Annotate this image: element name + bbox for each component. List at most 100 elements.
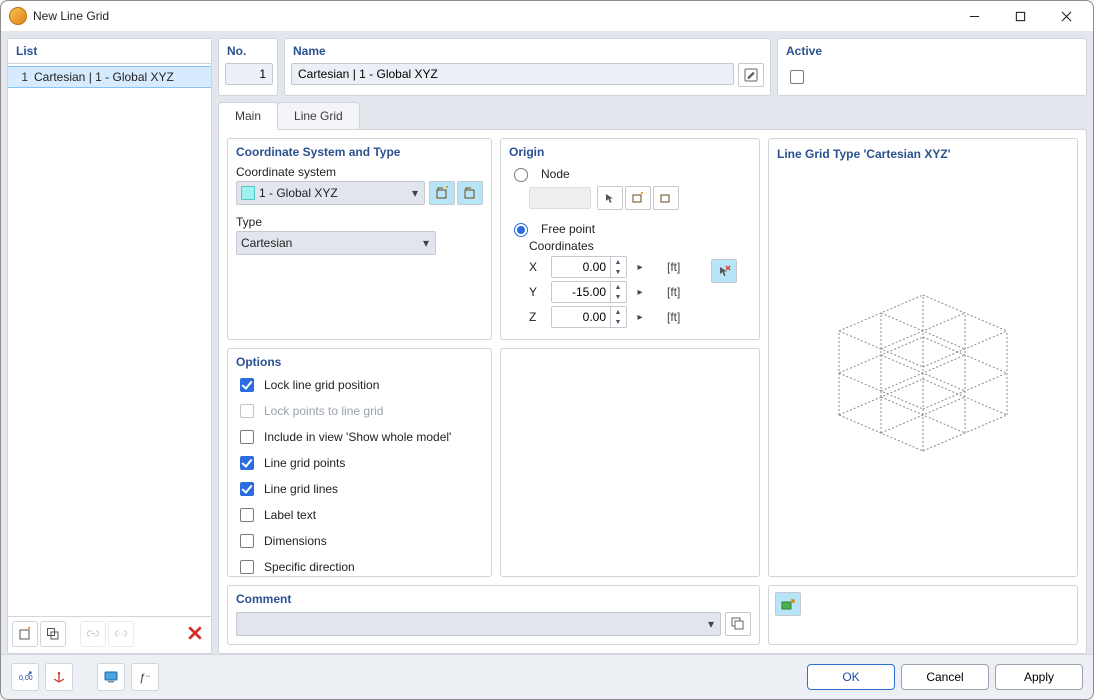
option-checkbox[interactable] [240, 560, 254, 574]
cs-swatch-icon [241, 186, 255, 200]
name-panel: Name [284, 38, 771, 96]
svg-text:↔: ↔ [145, 673, 151, 679]
options-title: Options [236, 355, 483, 369]
preview-panel: Line Grid Type 'Cartesian XYZ' [768, 138, 1078, 577]
edit-name-button[interactable] [738, 63, 764, 87]
coordinates-label: Coordinates [529, 239, 751, 253]
ok-button[interactable]: OK [807, 664, 895, 690]
option-row: Lock line grid position [236, 375, 483, 395]
option-label: Include in view 'Show whole model' [264, 430, 451, 444]
new-item-button[interactable] [12, 621, 38, 647]
unlink-item-button [108, 621, 134, 647]
coord-z-input[interactable] [552, 307, 610, 327]
option-checkbox[interactable] [240, 456, 254, 470]
spin-up-icon[interactable]: ▲ [611, 257, 625, 267]
coord-z-spin[interactable]: ▲▼ [551, 306, 627, 328]
option-label: Dimensions [264, 534, 327, 548]
origin-freepoint-label: Free point [541, 222, 595, 236]
cancel-button[interactable]: Cancel [901, 664, 989, 690]
app-icon [9, 7, 27, 25]
arrow-right-icon[interactable]: ▸ [633, 312, 647, 323]
option-row: Lock points to line grid [236, 401, 483, 421]
link-item-button [80, 621, 106, 647]
svg-text:0,00: 0,00 [19, 675, 33, 682]
active-checkbox[interactable] [790, 70, 804, 84]
origin-node-radio[interactable] [514, 168, 528, 182]
window-title: New Line Grid [33, 9, 109, 23]
coord-section-title: Coordinate System and Type [236, 145, 483, 159]
option-row: Specific direction [236, 557, 483, 577]
option-label: Specific direction [264, 560, 355, 574]
coord-system-label: Coordinate system [236, 165, 483, 179]
option-label: Lock line grid position [264, 378, 379, 392]
option-row: Line grid points [236, 453, 483, 473]
option-label: Lock points to line grid [264, 404, 383, 418]
edit-node-button[interactable] [653, 186, 679, 210]
list-item-index: 1 [16, 70, 28, 84]
option-checkbox[interactable] [240, 482, 254, 496]
option-checkbox [240, 404, 254, 418]
option-checkbox[interactable] [240, 430, 254, 444]
spin-down-icon[interactable]: ▼ [611, 292, 625, 302]
preview-settings-button[interactable] [775, 592, 801, 616]
footer-tool-display[interactable] [97, 663, 125, 691]
origin-freepoint-radio[interactable] [514, 223, 528, 237]
titlebar: New Line Grid [1, 1, 1093, 32]
active-label: Active [778, 39, 1086, 63]
coord-y-input[interactable] [552, 282, 610, 302]
blank-panel [500, 348, 760, 577]
arrow-right-icon[interactable]: ▸ [633, 287, 647, 298]
tab-main[interactable]: Main [218, 102, 278, 130]
footer-tool-units[interactable]: 0,00 [11, 663, 39, 691]
no-input[interactable] [225, 63, 273, 85]
type-value: Cartesian [241, 236, 421, 250]
copy-item-button[interactable] [40, 621, 66, 647]
option-label: Line grid points [264, 456, 345, 470]
footer-tool-formula[interactable]: ƒ↔ [131, 663, 159, 691]
chevron-down-icon: ▾ [410, 186, 420, 200]
tab-line-grid[interactable]: Line Grid [277, 102, 360, 130]
chevron-down-icon: ▾ [706, 617, 716, 631]
option-checkbox[interactable] [240, 508, 254, 522]
type-combo[interactable]: Cartesian ▾ [236, 231, 436, 255]
list-item-label: Cartesian | 1 - Global XYZ [34, 70, 174, 84]
delete-item-button[interactable] [183, 621, 207, 645]
pick-point-button[interactable] [711, 259, 737, 283]
comment-library-button[interactable] [725, 612, 751, 636]
option-checkbox[interactable] [240, 378, 254, 392]
coord-x-spin[interactable]: ▲▼ [551, 256, 627, 278]
maximize-button[interactable] [997, 1, 1043, 31]
coord-system-combo[interactable]: 1 - Global XYZ ▾ [236, 181, 425, 205]
origin-title: Origin [509, 145, 751, 159]
option-checkbox[interactable] [240, 534, 254, 548]
new-cs-button[interactable] [429, 181, 455, 205]
active-panel: Active [777, 38, 1087, 96]
spin-up-icon[interactable]: ▲ [611, 307, 625, 317]
edit-cs-button[interactable] [457, 181, 483, 205]
name-input[interactable] [291, 63, 734, 85]
list-header: List [8, 39, 211, 64]
pick-node-button[interactable] [597, 186, 623, 210]
spin-down-icon[interactable]: ▼ [611, 317, 625, 327]
minimize-button[interactable] [951, 1, 997, 31]
new-node-button[interactable] [625, 186, 651, 210]
option-label: Line grid lines [264, 482, 338, 496]
comment-combo[interactable]: ▾ [236, 612, 721, 636]
close-button[interactable] [1043, 1, 1089, 31]
arrow-right-icon[interactable]: ▸ [633, 262, 647, 273]
option-label: Label text [264, 508, 316, 522]
list-body[interactable]: 1 Cartesian | 1 - Global XYZ [8, 64, 211, 616]
apply-button[interactable]: Apply [995, 664, 1083, 690]
preview-grid-icon [808, 253, 1038, 483]
list-item[interactable]: 1 Cartesian | 1 - Global XYZ [8, 66, 211, 88]
node-input-disabled [529, 187, 591, 209]
coord-y-spin[interactable]: ▲▼ [551, 281, 627, 303]
coord-unit: [ft] [667, 260, 691, 274]
option-row: Include in view 'Show whole model' [236, 427, 483, 447]
footer-tool-cs[interactable] [45, 663, 73, 691]
coord-x-input[interactable] [552, 257, 610, 277]
spin-up-icon[interactable]: ▲ [611, 282, 625, 292]
comment-title: Comment [236, 592, 751, 606]
spin-down-icon[interactable]: ▼ [611, 267, 625, 277]
no-label: No. [219, 39, 277, 63]
